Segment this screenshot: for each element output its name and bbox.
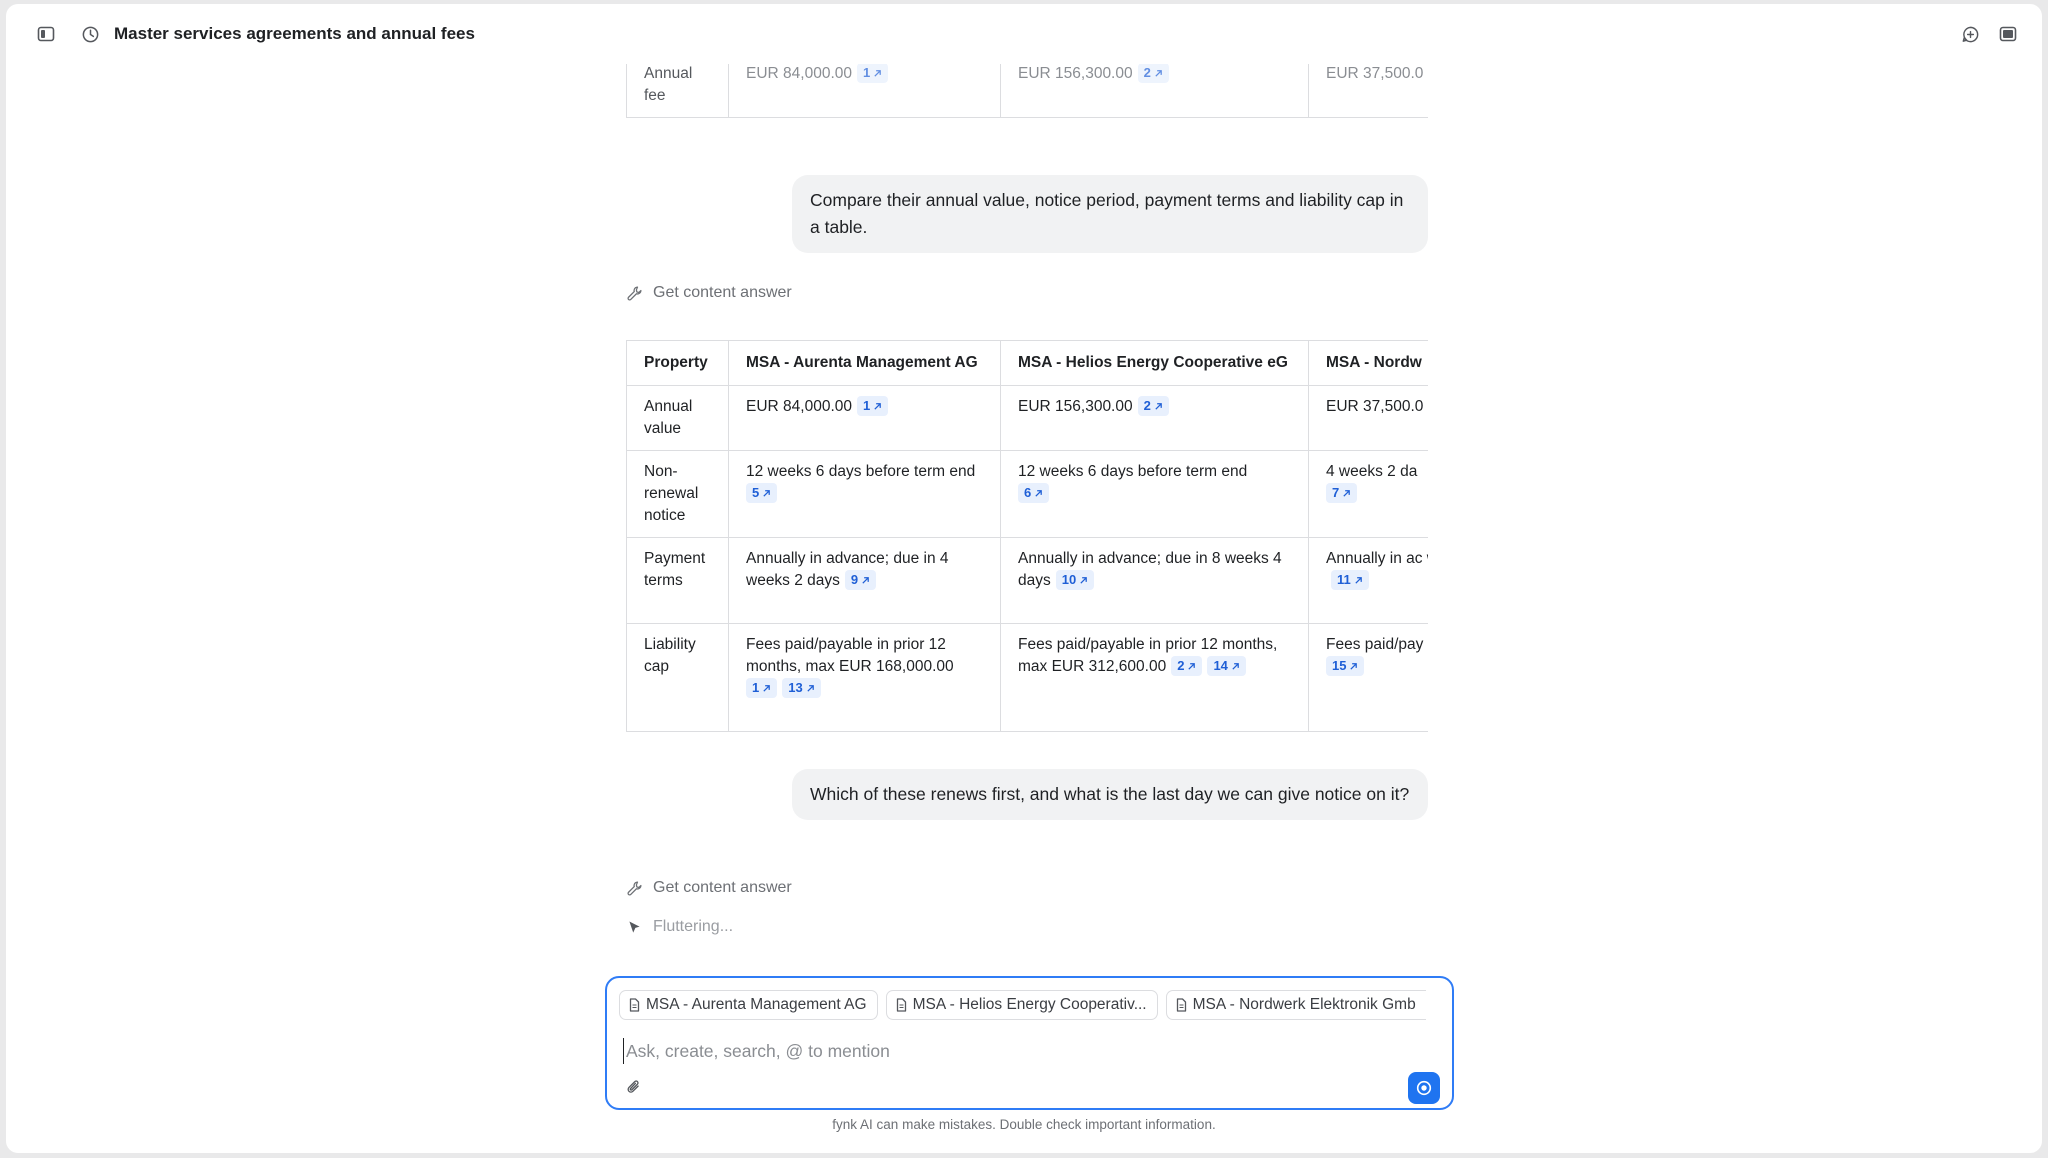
column-header: MSA - Nordw [1308,340,1428,386]
citation-badge[interactable]: 9 [844,570,877,590]
citation-badge[interactable]: 2 [1137,64,1169,83]
external-link-icon [1155,402,1162,410]
document-chip[interactable]: MSA - Aurenta Management AG [619,990,878,1020]
status-text: Fluttering... [653,918,734,935]
page-title: Master services agreements and annual fe… [114,24,475,43]
citation-badge[interactable]: 6 [1018,483,1050,503]
citation-badge[interactable]: 1 [746,678,778,698]
column-header: Property [626,340,729,386]
top-bar: Master services agreements and annual fe… [6,4,2042,64]
cursor-icon [629,921,640,933]
external-link-icon [1355,576,1362,584]
column-header: MSA - Aurenta Management AG [728,340,1001,386]
table-row: Non-renewal notice 12 weeks 6 days befor… [626,450,1428,538]
row-label: Payment terms [626,537,729,624]
table-cell: Annually in advance; due in 8 weeks 4 da… [1000,537,1309,624]
citation-badge[interactable]: 2 [1137,396,1169,416]
external-link-icon [763,684,771,692]
citation-badge[interactable]: 11 [1331,570,1369,590]
table-cell: 12 weeks 6 days before term end 6 [1000,450,1309,538]
panel-icon[interactable] [1996,22,2020,46]
user-message: Which of these renews first, and what is… [792,769,1428,820]
citation-badge[interactable]: 13 [782,678,821,698]
external-link-icon [1035,489,1043,497]
external-link-icon [874,69,882,77]
table-cell: Fees paid/pay months, max15 [1308,623,1428,732]
row-label: Annual value [626,385,729,451]
table-cell: EUR 156,300.00 2 [1000,385,1309,451]
table-cell: EUR 84,000.00 1 [728,64,1001,118]
table-cell: EUR 37,500.0 [1308,64,1428,118]
table-cell: EUR 84,000.00 1 [728,385,1001,451]
table-cell: 4 weeks 2 da 7 [1308,450,1428,538]
external-link-icon [862,576,869,584]
disclaimer-text: fynk AI can make mistakes. Double check … [832,1117,1216,1132]
attach-icon[interactable] [625,1078,645,1098]
tool-call-label: Get content answer [653,879,792,896]
document-icon [1176,998,1186,1012]
external-link-icon [1080,576,1088,584]
row-label: Liability cap [626,623,729,732]
citation-badge[interactable]: 1 [857,396,889,416]
citation-badge[interactable]: 15 [1326,656,1365,676]
citation-badge[interactable]: 7 [1326,483,1358,503]
external-link-icon [874,402,882,410]
table-row: Liability cap Fees paid/payable in prior… [626,623,1428,732]
new-chat-icon[interactable] [1958,22,1982,46]
document-chip[interactable]: MSA - Nordwerk Elektronik Gmb [1165,990,1426,1020]
previous-table: Annual fee EUR 84,000.00 1 EUR 156,300.00… [626,64,1428,118]
table-cell: Annually in ac weeks11 [1308,537,1428,624]
citation-badge[interactable]: 2 [1171,656,1203,676]
document-chip[interactable]: MSA - Helios Energy Cooperativ... [885,990,1158,1020]
row-label: Annual fee [626,64,729,118]
external-link-icon [807,684,814,692]
table-cell: 12 weeks 6 days before term end 5 [728,450,1001,538]
table-cell: Annually in advance; due in 4 weeks 2 da… [728,537,1001,624]
table-row: Payment terms Annually in advance; due i… [626,537,1428,624]
thinking-status: Fluttering... [626,918,733,936]
document-icon [896,998,906,1012]
citation-badge[interactable]: 14 [1207,656,1246,676]
column-header: MSA - Helios Energy Cooperative eG [1000,340,1309,386]
external-link-icon [1155,69,1162,77]
tool-call-label: Get content answer [653,284,792,301]
external-link-icon [1232,662,1239,670]
external-link-icon [1188,662,1196,670]
chat-thread[interactable]: Annual fee EUR 84,000.00 1 EUR 156,300.00… [626,64,1428,964]
table-cell: Fees paid/payable in prior 12 months, ma… [1000,623,1309,732]
chat-input[interactable] [623,1038,1383,1064]
wrench-icon [627,285,642,301]
table-row: Annual value EUR 84,000.00 1 EUR 156,300.… [626,385,1428,451]
sidebar-toggle-icon[interactable] [34,22,58,46]
table-cell: EUR 156,300.00 2 [1000,64,1309,118]
table-cell: EUR 37,500.0 [1308,385,1428,451]
comparison-table: Property MSA - Aurenta Management AG MSA… [626,340,1428,732]
app-window: Master services agreements and annual fe… [6,4,2042,1153]
external-link-icon [763,489,771,497]
wrench-icon [627,880,642,896]
citation-badge[interactable]: 1 [857,64,889,83]
context-chips: MSA - Aurenta Management AG MSA - Helios… [619,990,1452,1020]
table-header-row: Property MSA - Aurenta Management AG MSA… [626,340,1428,386]
document-icon [629,998,640,1012]
message-composer: MSA - Aurenta Management AG MSA - Helios… [605,976,1454,1110]
send-button[interactable] [1408,1072,1440,1104]
citation-badge[interactable]: 10 [1055,570,1095,590]
external-link-icon [1350,662,1358,670]
history-icon[interactable] [78,22,102,46]
tool-call[interactable]: Get content answer [626,284,792,302]
table-row: Annual fee EUR 84,000.00 1 EUR 156,300.00… [626,64,1428,118]
citation-badge[interactable]: 5 [746,483,778,503]
tool-call[interactable]: Get content answer [626,879,792,897]
row-label: Non-renewal notice [626,450,729,538]
send-icon [1416,1080,1432,1096]
table-cell: Fees paid/payable in prior 12 months, ma… [728,623,1001,732]
user-message: Compare their annual value, notice perio… [792,175,1428,253]
external-link-icon [1343,489,1351,497]
